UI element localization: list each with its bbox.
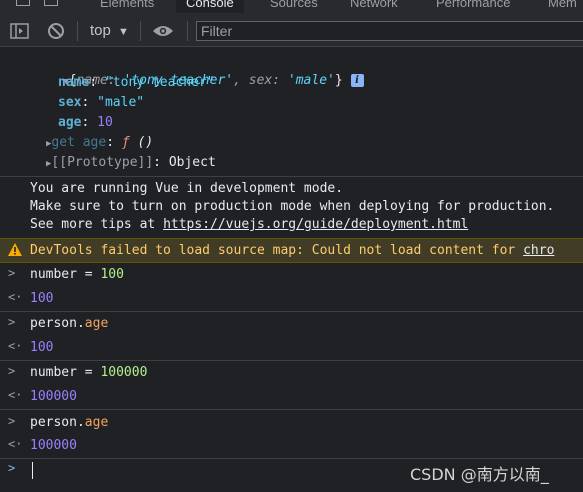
output-arrow-icon: <· (8, 388, 23, 402)
console-result: 100 (30, 291, 54, 306)
dock-sidebar-icon[interactable] (10, 23, 29, 43)
object-property: name: "tony teacher" (58, 75, 215, 90)
toolbar-divider (77, 21, 78, 41)
console-result: 100000 (30, 389, 77, 404)
tab-sources[interactable]: Sources (270, 0, 318, 13)
console-input: number = 100 (30, 267, 124, 282)
source-map-warning: DevTools failed to load source map: Coul… (0, 238, 583, 263)
prompt-chevron-icon: > (8, 461, 16, 475)
object-property: sex: "male" (58, 95, 145, 110)
row-divider (0, 311, 583, 312)
getter-row[interactable]: ▶get age: ƒ () (46, 134, 153, 153)
inspect-icon[interactable] (16, 0, 30, 6)
tab-memory[interactable]: Mem (548, 0, 577, 13)
tab-performance[interactable]: Performance (436, 0, 510, 13)
tab-console[interactable]: Console (176, 0, 244, 13)
toolbar-divider (187, 21, 188, 41)
context-selector[interactable]: top ▼ (90, 22, 129, 39)
console-toolbar: top ▼ Filter (0, 14, 583, 47)
text-cursor (32, 462, 33, 479)
row-divider (0, 409, 583, 410)
warning-icon (8, 243, 22, 260)
input-chevron-icon: > (8, 315, 16, 329)
output-arrow-icon: <· (8, 290, 23, 304)
watermark: CSDN @南方以南_ (410, 465, 549, 484)
eye-icon[interactable] (152, 25, 174, 41)
devtools-tab-bar: Elements Console Sources Network Perform… (0, 0, 583, 14)
output-arrow-icon: <· (8, 437, 23, 451)
object-property: age: 10 (58, 115, 113, 130)
console-result: 100 (30, 340, 54, 355)
output-arrow-icon: <· (8, 339, 23, 353)
device-toolbar-icon[interactable] (44, 0, 58, 6)
info-badge-icon[interactable]: i (350, 74, 364, 87)
input-chevron-icon: > (8, 364, 16, 378)
row-divider (0, 360, 583, 361)
prototype-row[interactable]: ▶[[Prototype]]: Object (46, 154, 216, 173)
input-chevron-icon: > (8, 266, 16, 280)
source-map-link[interactable]: chro (523, 243, 554, 258)
vue-deployment-link[interactable]: https://vuejs.org/guide/deployment.html (163, 217, 468, 232)
clear-console-icon[interactable] (47, 22, 65, 44)
console-input: person.age (30, 415, 109, 430)
console-input: person.age (30, 316, 109, 331)
dropdown-arrow-icon: ▼ (118, 26, 129, 38)
console-result: 100000 (30, 438, 77, 453)
context-label: top (90, 22, 111, 39)
input-chevron-icon: > (8, 414, 16, 428)
tab-elements[interactable]: Elements (100, 0, 154, 13)
row-divider (0, 176, 583, 177)
toolbar-divider (140, 21, 141, 41)
filter-input[interactable]: Filter (196, 21, 583, 41)
tab-network[interactable]: Network (350, 0, 398, 13)
console-input: number = 100000 (30, 365, 148, 380)
